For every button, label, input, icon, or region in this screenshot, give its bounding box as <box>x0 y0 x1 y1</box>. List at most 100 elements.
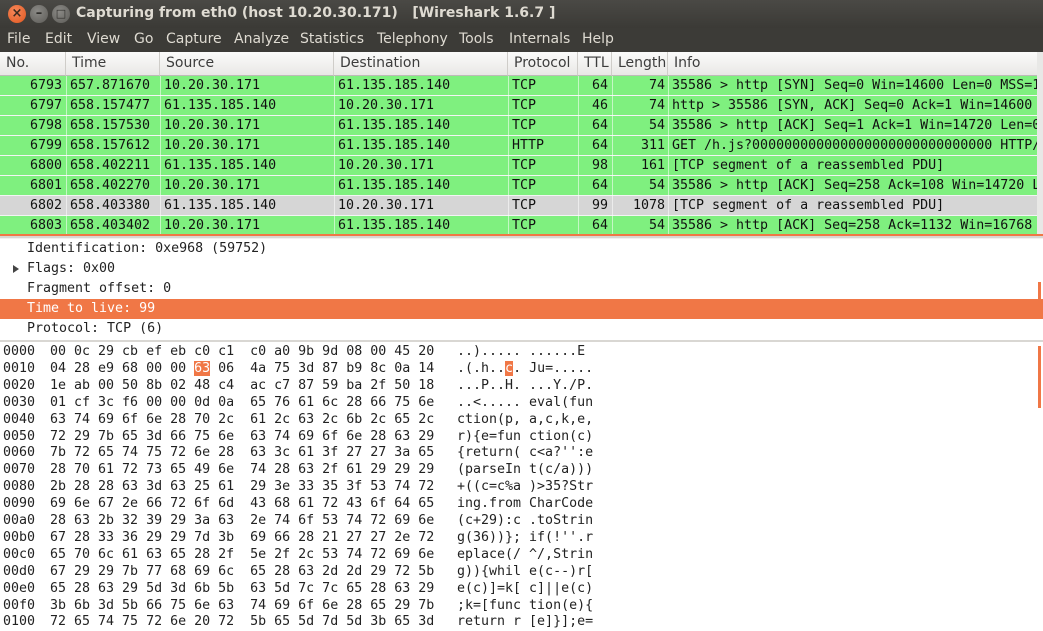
hex-offset: 00d0 <box>3 563 36 579</box>
packet-list[interactable]: No. Time Source Destination Protocol TTL… <box>0 52 1043 236</box>
column-header-ttl[interactable]: TTL <box>578 52 612 76</box>
packet-row[interactable]: 6798 658.157530 10.20.30.171 61.135.185.140… <box>0 116 1043 136</box>
column-header-info[interactable]: Info <box>668 52 1043 76</box>
hex-bytes[interactable]: 7b 72 65 74 75 72 6e 28 63 3c 61 3f 27 2… <box>50 444 434 461</box>
maximize-window-button[interactable]: □ <box>52 5 70 23</box>
packet-row[interactable]: 6803 658.403402 10.20.30.171 61.135.185.140… <box>0 216 1043 236</box>
hex-row: 0080 2b 28 28 63 3d 63 25 61 29 3e 33 35 … <box>0 478 1043 495</box>
hex-bytes[interactable]: 00 0c 29 cb ef eb c0 c1 c0 a0 9b 9d 08 0… <box>50 343 434 360</box>
hex-bytes[interactable]: 72 29 7b 65 3d 66 75 6e 63 74 69 6f 6e 2… <box>50 428 434 445</box>
hex-ascii[interactable]: ..<..... eval(fun <box>457 394 593 411</box>
column-separator <box>66 96 67 116</box>
detail-row[interactable]: Protocol: TCP (6) <box>0 319 1043 339</box>
hex-ascii[interactable]: (c+29):c .toStrin <box>457 512 593 529</box>
hex-offset: 0060 <box>3 445 36 461</box>
hex-bytes[interactable]: 63 74 69 6f 6e 28 70 2c 61 2c 63 2c 6b 2… <box>50 411 434 428</box>
column-header-protocol[interactable]: Protocol <box>508 52 578 76</box>
packet-row[interactable]: 6801 658.402270 10.20.30.171 61.135.185.140… <box>0 176 1043 196</box>
menu-statistics[interactable]: Statistics <box>300 31 364 47</box>
column-separator <box>508 156 509 176</box>
hex-ascii[interactable]: eplace(/ ^/,Strin <box>457 546 593 563</box>
cell-info: [TCP segment of a reassembled PDU] <box>672 198 945 213</box>
cell-destination: 61.135.185.140 <box>338 178 451 193</box>
hex-ascii[interactable]: return r [e]}];e= <box>457 613 593 630</box>
menu-view[interactable]: View <box>87 31 120 47</box>
packet-row[interactable]: 6797 658.157477 61.135.185.140 10.20.30.171… <box>0 96 1043 116</box>
menu-help[interactable]: Help <box>582 31 614 47</box>
hex-ascii[interactable]: {return( c<a?'':e <box>457 444 593 461</box>
hex-row: 00c0 65 70 6c 61 63 65 28 2f 5e 2f 2c 53 … <box>0 546 1043 563</box>
pane-divider-top[interactable] <box>0 236 1043 238</box>
detail-row[interactable]: Fragment offset: 0 <box>0 279 1043 299</box>
column-separator <box>160 156 161 176</box>
menu-tools[interactable]: Tools <box>459 31 494 47</box>
column-header-time[interactable]: Time <box>66 52 160 76</box>
hex-ascii[interactable]: ..)..... ......E <box>457 343 593 360</box>
hex-row: 00d0 67 29 29 7b 77 68 69 6c 65 28 63 2d … <box>0 563 1043 580</box>
detail-row-selected[interactable]: Time to live: 99 <box>0 299 1043 319</box>
hex-row: 0100 72 65 74 75 72 6e 20 72 5b 65 5d 7d … <box>0 613 1043 630</box>
hex-ascii-highlighted[interactable]: c <box>505 360 514 376</box>
column-separator <box>334 216 335 236</box>
column-separator <box>668 76 669 96</box>
hex-ascii[interactable]: g)){whil e(c--)r[ <box>457 563 593 580</box>
detail-row[interactable]: Flags: 0x00 <box>0 259 1043 279</box>
column-header-source[interactable]: Source <box>160 52 334 76</box>
hex-row: 0030 01 cf 3c f6 00 00 0d 0a 65 76 61 6c … <box>0 394 1043 411</box>
hex-bytes[interactable]: 69 6e 67 2e 66 72 6f 6d 43 68 61 72 43 6… <box>50 495 434 512</box>
cell-protocol: HTTP <box>512 138 545 153</box>
hex-bytes[interactable]: 04 28 e9 68 00 00 63 06 4a 75 3d 87 b9 8… <box>50 360 434 377</box>
menu-analyze[interactable]: Analyze <box>234 31 289 47</box>
hex-ascii[interactable]: ...P..H. ...Y./P. <box>457 377 593 394</box>
menu-telephony[interactable]: Telephony <box>377 31 448 47</box>
menu-capture[interactable]: Capture <box>166 31 222 47</box>
cell-no: 6793 <box>29 78 62 93</box>
hex-row: 0000 00 0c 29 cb ef eb c0 c1 c0 a0 9b 9d … <box>0 343 1043 360</box>
hex-ascii[interactable]: ;k=[func tion(e){ <box>457 597 593 614</box>
expand-triangle-icon[interactable] <box>13 265 19 273</box>
hex-ascii[interactable]: ction(p, a,c,k,e, <box>457 411 593 428</box>
hex-bytes[interactable]: 28 63 2b 32 39 29 3a 63 2e 74 6f 53 74 7… <box>50 512 434 529</box>
hex-bytes[interactable]: 2b 28 28 63 3d 63 25 61 29 3e 33 35 3f 5… <box>50 478 434 495</box>
hex-ascii[interactable]: (parseIn t(c/a))) <box>457 461 593 478</box>
hex-ascii[interactable]: +((c=c%a )>35?Str <box>457 478 593 495</box>
minimize-window-button[interactable]: – <box>30 5 48 23</box>
hex-ascii[interactable]: g(36))}; if(!''.r <box>457 529 593 546</box>
hex-bytes[interactable]: 01 cf 3c f6 00 00 0d 0a 65 76 61 6c 28 6… <box>50 394 434 411</box>
hex-bytes-part: 06 4a 75 3d 87 b9 8c 0a 14 <box>210 360 435 376</box>
column-separator <box>668 96 669 116</box>
packet-row[interactable]: 6802 658.403380 61.135.185.140 10.20.30.171… <box>0 196 1043 216</box>
hex-bytes[interactable]: 65 28 63 29 5d 3d 6b 5b 63 5d 7c 7c 65 2… <box>50 580 434 597</box>
detail-row[interactable]: Identification: 0xe968 (59752) <box>0 239 1043 259</box>
packet-row[interactable]: 6793 657.871670 10.20.30.171 61.135.185.140… <box>0 76 1043 96</box>
menu-internals[interactable]: Internals <box>509 31 570 47</box>
column-separator <box>160 76 161 96</box>
column-header-no[interactable]: No. <box>0 52 66 76</box>
close-window-button[interactable]: × <box>8 5 26 23</box>
packet-list-scrollbar[interactable] <box>1037 52 1043 236</box>
hex-bytes[interactable]: 28 70 61 72 73 65 49 6e 74 28 63 2f 61 2… <box>50 461 434 478</box>
column-header-destination[interactable]: Destination <box>334 52 508 76</box>
hex-ascii[interactable]: ing.from CharCode <box>457 495 593 512</box>
hex-ascii[interactable]: r){e=fun ction(c) <box>457 428 593 445</box>
column-header-length[interactable]: Length <box>612 52 668 76</box>
menu-file[interactable]: File <box>7 31 30 47</box>
hex-bytes[interactable]: 67 29 29 7b 77 68 69 6c 65 28 63 2d 2d 2… <box>50 563 434 580</box>
hex-ascii[interactable]: .(.h..c. Ju=..... <box>457 360 593 377</box>
menu-edit[interactable]: Edit <box>45 31 72 47</box>
hex-offset: 00c0 <box>3 546 36 562</box>
packet-row[interactable]: 6799 658.157612 10.20.30.171 61.135.185.140… <box>0 136 1043 156</box>
hex-ascii[interactable]: e(c)]=k[ c]||e(c) <box>457 580 593 597</box>
packet-bytes[interactable]: 0000 00 0c 29 cb ef eb c0 c1 c0 a0 9b 9d … <box>0 342 1043 631</box>
packet-row[interactable]: 6800 658.402211 61.135.185.140 10.20.30.171… <box>0 156 1043 176</box>
hex-bytes[interactable]: 3b 6b 3d 5b 66 75 6e 63 74 69 6f 6e 28 6… <box>50 597 434 614</box>
packet-details[interactable]: Identification: 0xe968 (59752) Flags: 0x0… <box>0 239 1043 340</box>
cell-ttl: 64 <box>591 138 608 153</box>
hex-byte-highlighted[interactable]: 63 <box>194 360 211 376</box>
hex-bytes[interactable]: 65 70 6c 61 63 65 28 2f 5e 2f 2c 53 74 7… <box>50 546 434 563</box>
cell-protocol: TCP <box>512 198 537 213</box>
hex-bytes[interactable]: 72 65 74 75 72 6e 20 72 5b 65 5d 7d 5d 3… <box>50 613 434 630</box>
menu-go[interactable]: Go <box>134 31 153 47</box>
hex-bytes[interactable]: 1e ab 00 50 8b 02 48 c4 ac c7 87 59 ba 2… <box>50 377 434 394</box>
hex-bytes[interactable]: 67 28 33 36 29 29 7d 3b 69 66 28 21 27 2… <box>50 529 434 546</box>
